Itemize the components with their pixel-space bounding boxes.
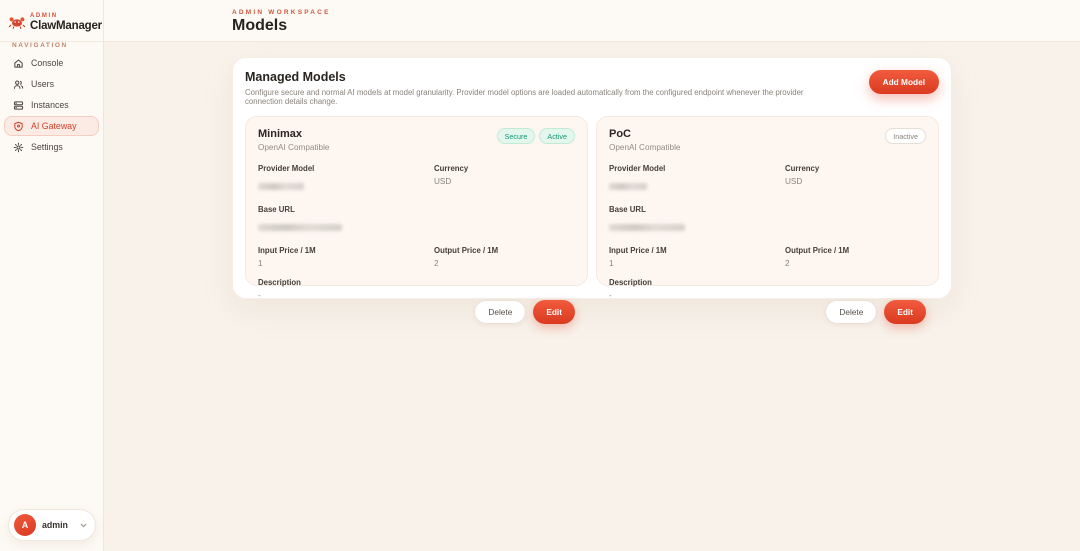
sidebar-item-label: AI Gateway bbox=[31, 121, 76, 131]
sidebar-item-users[interactable]: Users bbox=[4, 74, 99, 94]
nav-section-label: NAVIGATION bbox=[12, 42, 68, 49]
sidebar-item-label: Users bbox=[31, 79, 54, 89]
sidebar-item-label: Console bbox=[31, 58, 63, 68]
sidebar-item-instances[interactable]: Instances bbox=[4, 95, 99, 115]
card-header: Minimax OpenAI Compatible Secure Active bbox=[258, 128, 575, 152]
card-header: PoC OpenAI Compatible Inactive bbox=[609, 128, 926, 152]
sidebar-item-label: Settings bbox=[31, 142, 63, 152]
field-currency: Currency USD bbox=[785, 164, 926, 195]
field-base-url: Base URL bbox=[609, 205, 926, 236]
field-output-price: Output Price / 1M 2 bbox=[785, 246, 926, 268]
gear-icon bbox=[13, 142, 24, 153]
workspace-eyebrow: ADMIN WORKSPACE bbox=[232, 9, 331, 16]
card-actions: Delete Edit bbox=[258, 300, 575, 324]
delete-button[interactable]: Delete bbox=[474, 300, 526, 324]
section-title: Managed Models bbox=[245, 70, 805, 84]
badges: Secure Active bbox=[497, 128, 575, 144]
users-icon bbox=[13, 79, 24, 90]
field-provider-model: Provider Model bbox=[258, 164, 434, 195]
field-description: Description - bbox=[609, 278, 785, 300]
sidebar: ADMIN ClawManager NAVIGATION Console Use… bbox=[0, 0, 104, 551]
section-description: Configure secure and normal AI models at… bbox=[245, 88, 805, 106]
server-icon bbox=[13, 100, 24, 111]
field-currency: Currency USD bbox=[434, 164, 575, 195]
sidebar-item-ai-gateway[interactable]: AI Gateway bbox=[4, 116, 99, 136]
user-menu[interactable]: A admin bbox=[8, 509, 96, 541]
managed-models-panel: Managed Models Configure secure and norm… bbox=[232, 57, 952, 299]
chevron-down-icon bbox=[79, 521, 88, 530]
model-fields: Provider Model Currency USD Base URL Inp… bbox=[258, 164, 575, 300]
crab-icon bbox=[8, 13, 26, 31]
edit-button[interactable]: Edit bbox=[533, 300, 575, 324]
page-title: Models bbox=[232, 17, 287, 35]
brand-admin-label: ADMIN bbox=[30, 13, 58, 19]
sidebar-nav: Console Users Instances AI Gateway Setti… bbox=[4, 53, 99, 158]
edit-button[interactable]: Edit bbox=[884, 300, 926, 324]
sidebar-item-label: Instances bbox=[31, 100, 69, 110]
status-badge-secure: Secure bbox=[497, 128, 536, 144]
model-provider-type: OpenAI Compatible bbox=[609, 143, 680, 152]
model-fields: Provider Model Currency USD Base URL Inp… bbox=[609, 164, 926, 300]
shield-icon bbox=[13, 121, 24, 132]
field-input-price: Input Price / 1M 1 bbox=[258, 246, 434, 268]
model-card-poc: PoC OpenAI Compatible Inactive Provider … bbox=[596, 116, 939, 286]
home-icon bbox=[13, 58, 24, 69]
brand-name: ClawManager bbox=[30, 20, 102, 32]
brand: ADMIN ClawManager bbox=[0, 0, 103, 42]
model-name: Minimax bbox=[258, 128, 329, 140]
sidebar-item-console[interactable]: Console bbox=[4, 53, 99, 73]
model-provider-type: OpenAI Compatible bbox=[258, 143, 329, 152]
sidebar-item-settings[interactable]: Settings bbox=[4, 137, 99, 157]
delete-button[interactable]: Delete bbox=[825, 300, 877, 324]
redacted-value bbox=[609, 224, 685, 231]
model-name: PoC bbox=[609, 128, 680, 140]
field-input-price: Input Price / 1M 1 bbox=[609, 246, 785, 268]
topbar: ADMIN WORKSPACE Models bbox=[104, 0, 1080, 42]
model-cards: Minimax OpenAI Compatible Secure Active … bbox=[245, 116, 939, 286]
status-badge-active: Active bbox=[539, 128, 575, 144]
status-badge-inactive: Inactive bbox=[885, 128, 926, 144]
panel-header-text: Managed Models Configure secure and norm… bbox=[245, 70, 805, 106]
main-content: Managed Models Configure secure and norm… bbox=[104, 42, 1080, 551]
model-card-minimax: Minimax OpenAI Compatible Secure Active … bbox=[245, 116, 588, 286]
field-output-price: Output Price / 1M 2 bbox=[434, 246, 575, 268]
panel-header: Managed Models Configure secure and norm… bbox=[245, 70, 939, 106]
avatar: A bbox=[14, 514, 36, 536]
redacted-value bbox=[609, 183, 647, 190]
user-name: admin bbox=[42, 520, 79, 530]
field-description: Description - bbox=[258, 278, 434, 300]
card-actions: Delete Edit bbox=[609, 300, 926, 324]
field-base-url: Base URL bbox=[258, 205, 575, 236]
field-provider-model: Provider Model bbox=[609, 164, 785, 195]
redacted-value bbox=[258, 224, 342, 231]
add-model-button[interactable]: Add Model bbox=[869, 70, 939, 94]
badges: Inactive bbox=[885, 128, 926, 144]
redacted-value bbox=[258, 183, 304, 190]
